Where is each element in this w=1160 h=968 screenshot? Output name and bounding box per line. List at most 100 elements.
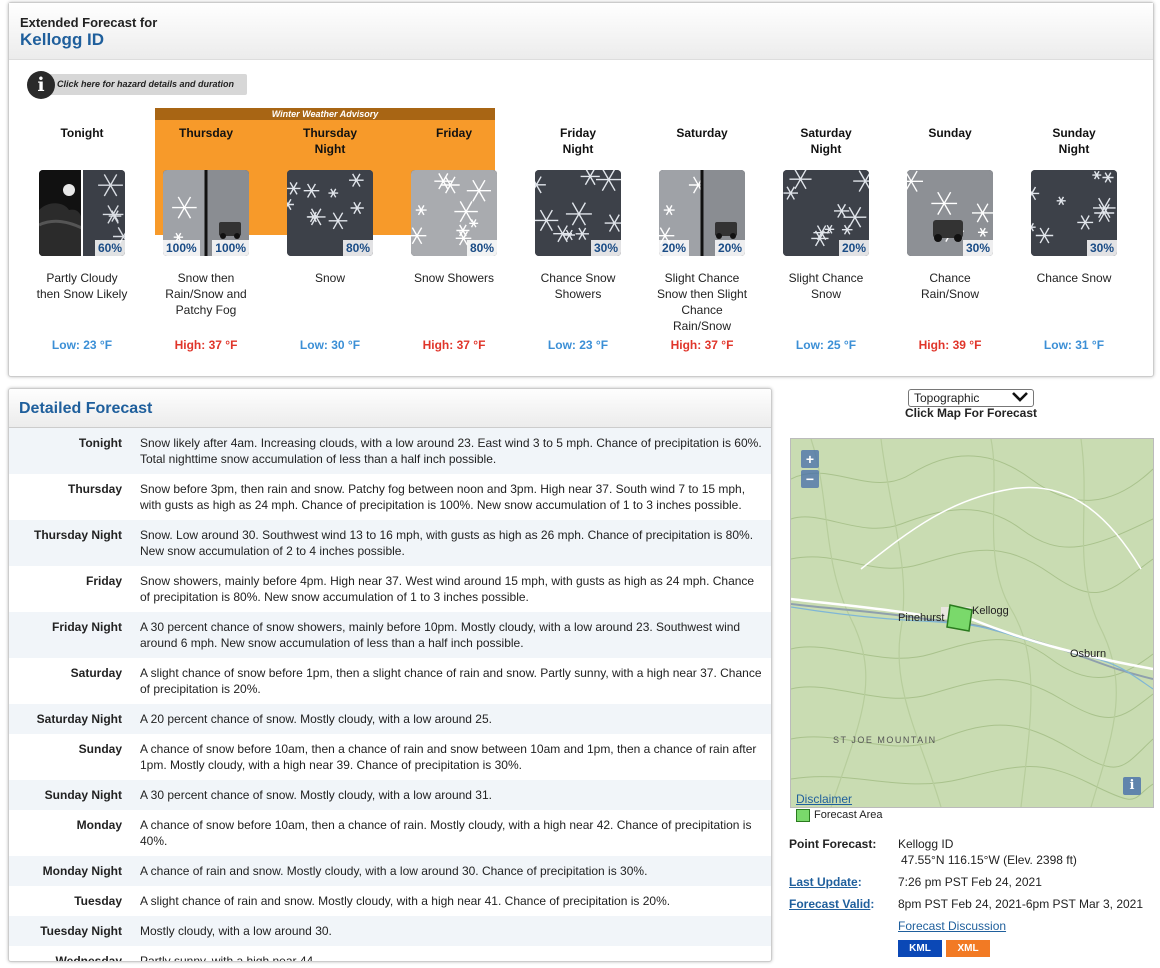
forecast-discussion-link[interactable]: Forecast Discussion <box>898 919 1006 933</box>
snow-icon[interactable]: 20% <box>783 170 869 256</box>
forecast-valid-label[interactable]: Forecast Valid <box>789 897 870 911</box>
row-forecast-text: A 30 percent chance of snow. Mostly clou… <box>140 788 492 802</box>
row-forecast-text: Snow likely after 4am. Increasing clouds… <box>140 436 762 466</box>
snow-showers-icon[interactable]: 80% <box>411 170 497 256</box>
precip-chance: 20% <box>714 240 745 256</box>
row-period-label: Thursday Night <box>33 528 122 542</box>
row-forecast-text: Partly sunny, with a high near 44. <box>140 954 317 962</box>
short-description: Slight Chance Snow then Slight Chance Ra… <box>656 271 748 333</box>
detailed-forecast-row: Sunday A chance of snow before 10am, the… <box>9 734 771 780</box>
detailed-forecast-row: Monday Night A chance of rain and snow. … <box>9 856 771 886</box>
forecast-period: Friday 80% Snow Showers High: 37 °F <box>392 125 516 352</box>
period-name: Saturday Night <box>800 126 852 156</box>
precip-chance: 30% <box>962 240 993 256</box>
precip-chance: 30% <box>1086 240 1117 256</box>
snow-icon[interactable]: 80% <box>287 170 373 256</box>
row-period-label: Tuesday <box>74 894 122 908</box>
extended-forecast-label: Extended Forecast for <box>20 15 158 30</box>
temperature: Low: 25 °F <box>795 338 857 352</box>
snow-icon[interactable]: 30% <box>535 170 621 256</box>
temperature: High: 37 °F <box>174 338 238 352</box>
map-type-select[interactable]: Topographic <box>908 389 1034 407</box>
map-label-osburn: Osburn <box>1070 648 1107 660</box>
map-label-pinehurst: Pinehurst <box>898 612 945 624</box>
detailed-forecast-rows: Tonight Snow likely after 4am. Increasin… <box>9 428 771 962</box>
chevron-down-icon[interactable] <box>1011 391 1029 407</box>
detailed-forecast-row: Monday A chance of snow before 10am, the… <box>9 810 771 856</box>
xml-button[interactable]: XML <box>946 940 990 957</box>
hazard-details-button[interactable]: Click here for hazard details and durati… <box>27 71 249 99</box>
snow-icon[interactable]: 30% <box>1031 170 1117 256</box>
zoom-in-button[interactable]: + <box>801 450 819 468</box>
row-forecast-text: A chance of snow before 10am, then a cha… <box>140 818 752 848</box>
row-forecast-text: Snow. Low around 30. Southwest wind 13 t… <box>140 528 754 558</box>
partly-cloudy-night-then-snow-icon[interactable]: 60% <box>39 170 125 256</box>
map-label-mountain: ST JOE MOUNTAIN <box>833 735 937 745</box>
point-forecast-label: Point Forecast: <box>789 837 877 851</box>
snow-then-rain-snow-icon[interactable]: 100% 100% <box>163 170 249 256</box>
last-update-link[interactable]: Last Update: <box>789 875 862 889</box>
short-description: Snow <box>314 271 346 285</box>
detailed-forecast-row: Tuesday A slight chance of rain and snow… <box>9 886 771 916</box>
topographic-map-image[interactable] <box>791 439 1153 807</box>
rain-snow-icon[interactable]: 30% <box>907 170 993 256</box>
forecast-valid-value: 8pm PST Feb 24, 2021-6pm PST Mar 3, 2021 <box>898 897 1144 911</box>
hazard-button-label[interactable]: Click here for hazard details and durati… <box>57 79 234 89</box>
detailed-forecast-row: Thursday Snow before 3pm, then rain and … <box>9 474 771 520</box>
row-period-label: Sunday Night <box>44 788 122 802</box>
precip-chance: 100% <box>212 240 249 256</box>
period-name: Saturday <box>676 126 728 140</box>
detailed-forecast-row: Saturday Night A 20 percent chance of sn… <box>9 704 771 734</box>
row-forecast-text: Snow showers, mainly before 4pm. High ne… <box>140 574 755 604</box>
panel-header: Extended Forecast for Kellogg ID <box>9 3 1153 60</box>
click-map-label: Click Map For Forecast <box>904 406 1038 420</box>
row-forecast-text: Snow before 3pm, then rain and snow. Pat… <box>140 482 746 512</box>
temperature: Low: 23 °F <box>547 338 609 352</box>
detailed-forecast-row: Wednesday Partly sunny, with a high near… <box>9 946 771 962</box>
kml-button[interactable]: KML <box>898 940 942 957</box>
period-name: Friday Night <box>559 126 596 156</box>
forecast-period: Thursday Night 80% Snow Low: 30 °F <box>268 125 392 352</box>
period-name: Sunday Night <box>1052 126 1096 156</box>
row-forecast-text: A slight chance of snow before 1pm, then… <box>140 666 762 696</box>
forecast-period: Saturday 20% 20% Slight Chance Snow then… <box>640 125 764 352</box>
period-name: Friday <box>435 126 472 140</box>
row-period-label: Tonight <box>78 436 122 450</box>
detailed-forecast-row: Saturday A slight chance of snow before … <box>9 658 771 704</box>
temperature: Low: 23 °F <box>51 338 113 352</box>
short-description: Snow Showers <box>413 271 495 285</box>
short-description: Slight Chance Snow <box>788 271 864 301</box>
precip-chance-left: 20% <box>659 240 690 256</box>
precip-chance: 80% <box>342 240 373 256</box>
precip-chance: 20% <box>838 240 869 256</box>
detailed-forecast-row: Friday Snow showers, mainly before 4pm. … <box>9 566 771 612</box>
row-forecast-text: A 30 percent chance of snow showers, mai… <box>140 620 741 650</box>
period-name: Thursday <box>178 126 233 140</box>
row-forecast-text: Mostly cloudy, with a low around 30. <box>140 924 332 938</box>
row-period-label: Saturday Night <box>36 712 122 726</box>
row-forecast-text: A slight chance of rain and snow. Mostly… <box>140 894 671 908</box>
short-description: Snow then Rain/Snow and Patchy Fog <box>165 271 247 317</box>
temperature: High: 39 °F <box>918 338 982 352</box>
map-info-icon[interactable]: i <box>1123 777 1141 795</box>
forecast-valid-link[interactable]: Forecast Valid: <box>789 897 874 911</box>
forecast-map[interactable]: + − Pinehurst Kellogg Osburn ST JOE MOUN… <box>790 438 1154 808</box>
advisory-label[interactable]: Winter Weather Advisory <box>155 108 495 120</box>
detailed-forecast-row: Sunday Night A 30 percent chance of snow… <box>9 780 771 810</box>
map-type-value[interactable]: Topographic <box>914 390 979 406</box>
snow-then-rain-snow-icon[interactable]: 20% 20% <box>659 170 745 256</box>
precip-chance-left: 100% <box>163 240 200 256</box>
row-period-label: Monday <box>76 818 122 832</box>
detailed-forecast-row: Tonight Snow likely after 4am. Increasin… <box>9 428 771 474</box>
info-icon[interactable]: i <box>27 71 55 99</box>
row-period-label: Wednesday <box>55 954 122 962</box>
precip-chance: 30% <box>590 240 621 256</box>
row-period-label: Tuesday Night <box>40 924 122 938</box>
last-update-label[interactable]: Last Update <box>789 875 858 889</box>
temperature: Low: 31 °F <box>1043 338 1105 352</box>
zoom-out-button[interactable]: − <box>801 470 819 488</box>
forecast-period: Sunday Night 30% Chance Snow Low: 31 °F <box>1012 125 1136 352</box>
disclaimer-link[interactable]: Disclaimer <box>796 792 852 806</box>
point-forecast-name: Kellogg ID <box>898 837 954 851</box>
detailed-forecast-panel: Detailed Forecast Tonight Snow likely af… <box>8 388 772 962</box>
